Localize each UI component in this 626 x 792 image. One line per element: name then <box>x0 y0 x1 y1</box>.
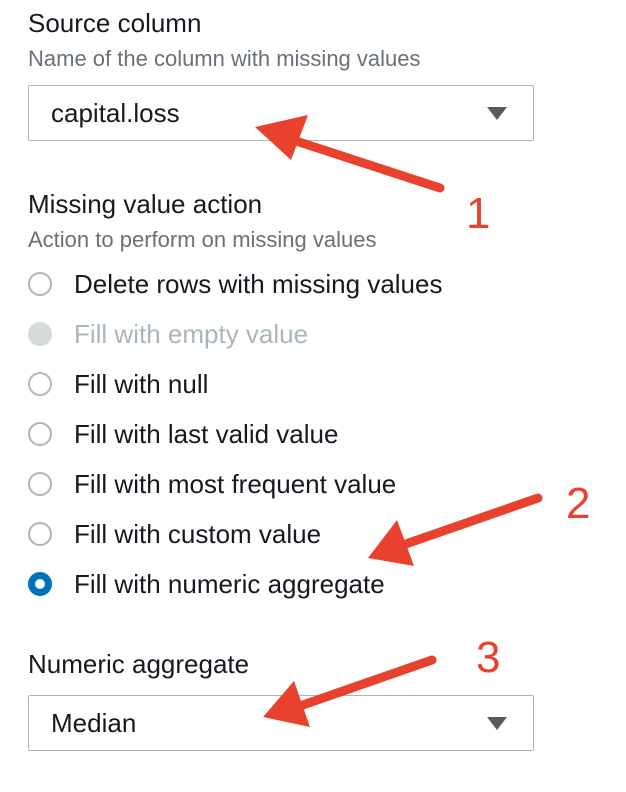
missing-values-form: Source column Name of the column with mi… <box>0 0 626 792</box>
radio-option-fill-last-valid[interactable]: Fill with last valid value <box>28 419 338 449</box>
missing-value-action-description: Action to perform on missing values <box>28 227 377 252</box>
radio-option-label: Fill with numeric aggregate <box>74 569 385 599</box>
annotation-number-2: 2 <box>566 479 591 528</box>
radio-option-label: Fill with last valid value <box>74 419 339 449</box>
missing-value-action-label: Missing value action <box>28 189 263 219</box>
radio-option-fill-custom[interactable]: Fill with custom value <box>28 519 321 549</box>
radio-option-fill-null[interactable]: Fill with null <box>28 369 208 399</box>
numeric-aggregate-value: Median <box>51 708 137 738</box>
radio-button[interactable] <box>28 422 52 446</box>
source-column-description: Name of the column with missing values <box>28 46 421 71</box>
annotation-number-1: 1 <box>466 189 491 238</box>
radio-option-label: Fill with most frequent value <box>74 469 397 499</box>
source-column-value: capital.loss <box>51 98 180 128</box>
annotation-number-3: 3 <box>476 633 501 682</box>
radio-button[interactable] <box>28 522 52 546</box>
radio-option-fill-most-frequent[interactable]: Fill with most frequent value <box>28 469 396 499</box>
numeric-aggregate-label: Numeric aggregate <box>28 649 250 679</box>
radio-option-label: Fill with empty value <box>74 319 309 349</box>
source-column-select[interactable]: capital.loss <box>28 85 534 141</box>
radio-option-fill-empty: Fill with empty value <box>28 319 308 349</box>
source-column-label: Source column <box>28 8 202 38</box>
radio-button[interactable] <box>28 472 52 496</box>
radio-option-label: Delete rows with missing values <box>74 269 443 299</box>
numeric-aggregate-select[interactable]: Median <box>28 695 534 751</box>
radio-button-disabled <box>28 322 52 346</box>
annotation-arrow-2 <box>368 493 543 566</box>
caret-down-icon <box>487 107 507 120</box>
radio-button-selected[interactable] <box>28 572 52 596</box>
radio-option-delete-rows[interactable]: Delete rows with missing values <box>28 269 442 299</box>
radio-option-fill-numeric-aggregate[interactable]: Fill with numeric aggregate <box>28 569 385 599</box>
radio-option-label: Fill with custom value <box>74 519 322 549</box>
radio-button[interactable] <box>28 272 52 296</box>
caret-down-icon <box>487 717 507 730</box>
radio-button[interactable] <box>28 372 52 396</box>
radio-option-label: Fill with null <box>74 369 209 399</box>
